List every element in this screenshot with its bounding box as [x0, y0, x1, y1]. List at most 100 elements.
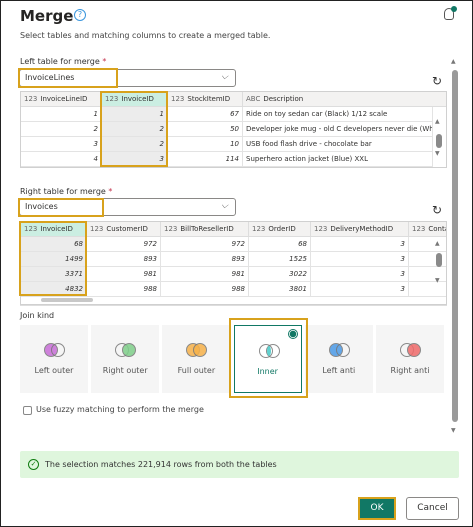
venn-diagram-icon — [184, 343, 208, 357]
table-cell: 972 — [87, 237, 161, 252]
table-cell: Ride on toy sedan car (Black) 1/12 scale — [243, 107, 433, 122]
chevron-down-icon: ⌵ — [221, 201, 228, 211]
table-cell: 50 — [168, 122, 243, 137]
scroll-up-icon[interactable]: ▲ — [435, 118, 440, 125]
highlight-box — [18, 198, 104, 217]
number-type-icon: 123 — [314, 225, 328, 233]
table-cell: 2 — [21, 122, 102, 137]
number-type-icon: 123 — [164, 225, 178, 233]
number-type-icon: 123 — [171, 95, 185, 103]
left-table-label-text: Left table for merge — [20, 57, 100, 66]
number-type-icon: 123 — [252, 225, 266, 233]
table-cell — [409, 237, 446, 252]
left-table-label: Left table for merge * — [20, 57, 106, 66]
table-cell: 68 — [249, 237, 311, 252]
scroll-down-icon[interactable]: ▼ — [435, 150, 440, 157]
status-banner: ✓ The selection matches 221,914 rows fro… — [20, 451, 459, 478]
number-type-icon: 123 — [24, 95, 38, 103]
divider — [20, 305, 447, 306]
table-cell: 972 — [161, 237, 249, 252]
ok-button[interactable]: OK — [358, 497, 396, 520]
join-option-left-outer[interactable]: Left outer — [20, 325, 88, 393]
checkmark-circle-icon: ✓ — [28, 459, 39, 470]
number-type-icon: 123 — [412, 225, 426, 233]
right-table-label: Right table for merge * — [20, 187, 112, 196]
table-cell: 893 — [87, 252, 161, 267]
venn-diagram-icon — [398, 343, 422, 357]
help-icon[interactable]: ? — [74, 9, 86, 21]
join-option-label: Left anti — [322, 366, 356, 375]
required-marker: * — [102, 57, 107, 66]
table-cell: 981 — [161, 267, 249, 282]
column-header[interactable]: ABC Description — [243, 92, 446, 107]
lightbulb-icon[interactable] — [444, 6, 457, 20]
join-option-label: Right anti — [390, 366, 430, 375]
horizontal-scrollbar[interactable] — [41, 298, 93, 302]
column-name: OrderID — [268, 225, 296, 233]
scroll-down-icon[interactable]: ▼ — [435, 277, 440, 284]
fuzzy-matching-checkbox[interactable] — [23, 406, 32, 415]
table-cell: 3 — [311, 267, 409, 282]
chevron-down-icon: ⌵ — [221, 72, 228, 82]
venn-diagram-icon — [327, 343, 351, 357]
column-name: Conta — [428, 225, 447, 233]
text-type-icon: ABC — [246, 95, 261, 103]
highlight-box — [100, 91, 168, 167]
join-kind-label: Join kind — [20, 311, 55, 320]
vertical-scrollbar[interactable] — [436, 134, 442, 148]
table-cell: 3 — [311, 282, 409, 297]
venn-diagram-icon — [113, 343, 137, 357]
table-cell: 1525 — [249, 252, 311, 267]
join-option-label: Full outer — [177, 366, 216, 375]
column-header[interactable]: 123 DeliveryMethodID — [311, 222, 409, 237]
dialog-scrollbar[interactable] — [452, 70, 458, 422]
vertical-scrollbar[interactable] — [436, 253, 442, 267]
highlight-box — [229, 318, 308, 398]
join-option-label: Right outer — [102, 366, 148, 375]
table-cell: 3801 — [249, 282, 311, 297]
right-table-label-text: Right table for merge — [20, 187, 106, 196]
table-cell: Superhero action jacket (Blue) XXL — [243, 152, 433, 167]
number-type-icon: 123 — [90, 225, 104, 233]
dialog-title: Merge — [20, 7, 74, 25]
table-cell: 10 — [168, 137, 243, 152]
column-header[interactable]: 123 BillToResellerID — [161, 222, 249, 237]
table-cell: 3022 — [249, 267, 311, 282]
table-cell: 67 — [168, 107, 243, 122]
required-marker: * — [108, 187, 113, 196]
table-cell: 988 — [87, 282, 161, 297]
scroll-up-icon[interactable]: ▲ — [451, 58, 456, 65]
column-header[interactable]: 123 OrderID — [249, 222, 311, 237]
column-header[interactable]: 123 CustomerID — [87, 222, 161, 237]
cancel-button[interactable]: Cancel — [406, 497, 459, 520]
table-cell — [409, 282, 446, 297]
column-header[interactable]: 123 StockItemID — [168, 92, 243, 107]
join-option-left-anti[interactable]: Left anti — [304, 325, 373, 393]
column-name: DeliveryMethodID — [330, 225, 394, 233]
dialog-subtitle: Select tables and matching columns to cr… — [20, 31, 271, 40]
refresh-icon[interactable]: ↻ — [432, 203, 442, 217]
status-text: The selection matches 221,914 rows from … — [45, 460, 277, 469]
scroll-up-icon[interactable]: ▲ — [435, 240, 440, 247]
table-cell: 1 — [21, 107, 102, 122]
table-cell: 4 — [21, 152, 102, 167]
table-cell — [409, 267, 446, 282]
column-header[interactable]: 123 Conta — [409, 222, 447, 237]
left-table-preview: 123 InvoiceLineID 123 InvoiceID 123 StockIt… — [20, 91, 447, 168]
column-header[interactable]: 123 InvoiceLineID — [21, 92, 102, 107]
scroll-down-icon[interactable]: ▼ — [451, 427, 456, 434]
fuzzy-matching-label: Use fuzzy matching to perform the merge — [36, 405, 204, 414]
join-option-label: Left outer — [34, 366, 74, 375]
join-option-full-outer[interactable]: Full outer — [162, 325, 231, 393]
refresh-icon[interactable]: ↻ — [432, 74, 442, 88]
table-cell: Developer joke mug - old C developers ne… — [243, 122, 433, 137]
table-cell: 114 — [168, 152, 243, 167]
highlight-box — [18, 68, 118, 88]
table-cell: 988 — [161, 282, 249, 297]
table-cell: 3 — [21, 137, 102, 152]
table-cell: 893 — [161, 252, 249, 267]
venn-diagram-icon — [42, 343, 66, 357]
join-option-right-anti[interactable]: Right anti — [376, 325, 444, 393]
table-cell: 981 — [87, 267, 161, 282]
join-option-right-outer[interactable]: Right outer — [91, 325, 160, 393]
